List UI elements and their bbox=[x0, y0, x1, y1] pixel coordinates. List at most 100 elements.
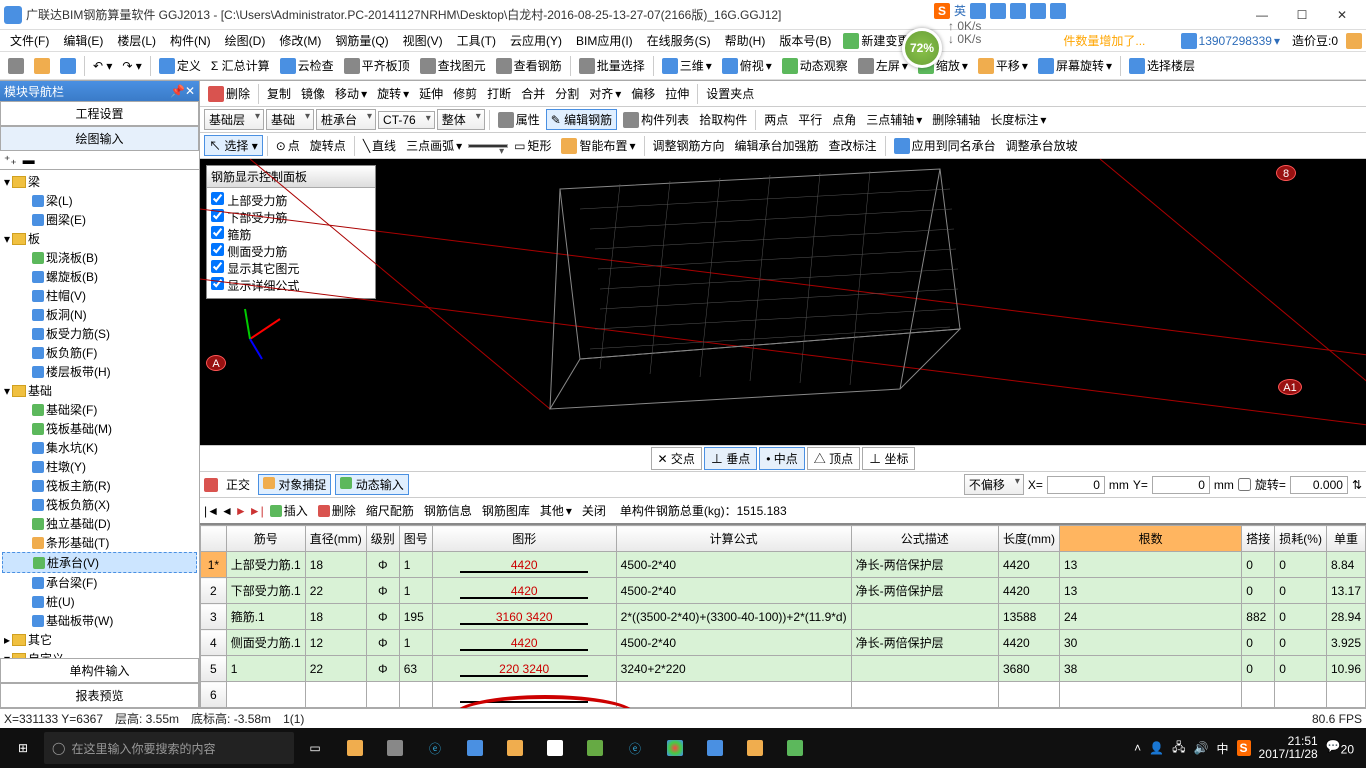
table-row[interactable]: 3 箍筋.118Φ195 3160 3420 2*((3500-2*40)+(3… bbox=[201, 604, 1366, 630]
ime-icon-5[interactable] bbox=[1050, 3, 1066, 19]
minimize-button[interactable]: — bbox=[1242, 3, 1282, 27]
move-button[interactable]: 移动 ▾ bbox=[331, 83, 371, 104]
merge-button[interactable]: 合并 bbox=[517, 83, 549, 104]
properties-button[interactable]: 属性 bbox=[494, 109, 544, 130]
tree-selected-item[interactable]: 桩承台(V) bbox=[2, 552, 197, 573]
whole-select[interactable]: 整体 bbox=[437, 109, 485, 130]
taskbar-app-2[interactable] bbox=[376, 732, 414, 764]
menu-view[interactable]: 视图(V) bbox=[397, 30, 449, 51]
select-floor-button[interactable]: 选择楼层 bbox=[1125, 55, 1199, 76]
menu-draw[interactable]: 绘图(D) bbox=[219, 30, 272, 51]
taskbar-app-6[interactable] bbox=[736, 732, 774, 764]
taskbar-edge[interactable]: ⓔ bbox=[416, 732, 454, 764]
table-row[interactable]: 6 bbox=[201, 682, 1366, 708]
tray-clock[interactable]: 21:512017/11/28 bbox=[1259, 735, 1318, 761]
taskbar-chrome[interactable] bbox=[656, 732, 694, 764]
cloud-check-button[interactable]: 云检查 bbox=[276, 55, 338, 76]
menu-floor[interactable]: 楼层(L) bbox=[111, 30, 162, 51]
view-steel-button[interactable]: 查看钢筋 bbox=[492, 55, 566, 76]
menu-tools[interactable]: 工具(T) bbox=[451, 30, 502, 51]
delete-row-button[interactable]: 删除 bbox=[314, 500, 360, 521]
delete-button[interactable]: 删除 bbox=[204, 83, 254, 104]
stepper-icon[interactable]: ⇅ bbox=[1352, 478, 1362, 492]
tray-up-icon[interactable]: ˄ bbox=[1134, 741, 1141, 755]
col-count[interactable]: 根数 bbox=[1059, 526, 1241, 552]
taskbar-store[interactable] bbox=[536, 732, 574, 764]
credit-label[interactable]: 造价豆:0 bbox=[1288, 30, 1342, 51]
rotate-point-tool[interactable]: 旋转点 bbox=[306, 135, 350, 156]
break-button[interactable]: 打断 bbox=[483, 83, 515, 104]
user-id[interactable]: 13907298339 ▾ bbox=[1177, 31, 1284, 51]
col-desc[interactable]: 公式描述 bbox=[851, 526, 998, 552]
snap-intersect[interactable]: ✕ 交点 bbox=[651, 447, 702, 470]
component-list-button[interactable]: 构件列表 bbox=[619, 109, 693, 130]
col-weight[interactable]: 单重 bbox=[1326, 526, 1365, 552]
x-input[interactable]: 0 bbox=[1047, 476, 1105, 494]
nav-prev[interactable]: ◄ bbox=[221, 504, 233, 518]
close-button[interactable]: ✕ bbox=[1322, 3, 1362, 27]
rebar-table[interactable]: 筋号 直径(mm) 级别 图号 图形 计算公式 公式描述 长度(mm) 根数 搭… bbox=[200, 523, 1366, 708]
offset-mode-select[interactable]: 不偏移 bbox=[964, 474, 1024, 495]
arc-tool[interactable]: 三点画弧 ▾ bbox=[402, 135, 466, 156]
edit-cap-rebar-button[interactable]: 编辑承台加强筋 bbox=[731, 135, 823, 156]
percent-badge[interactable]: 72% bbox=[902, 28, 942, 68]
object-snap-button[interactable]: 对象捕捉 bbox=[258, 474, 331, 495]
color-select[interactable] bbox=[468, 144, 508, 148]
undo-button[interactable]: ↶ ▾ bbox=[89, 57, 116, 75]
y-input[interactable]: 0 bbox=[1152, 476, 1210, 494]
3d-button[interactable]: 三维 ▾ bbox=[658, 55, 716, 76]
screen-button[interactable]: 左屏 ▾ bbox=[854, 55, 912, 76]
rect-tool[interactable]: ▭ 矩形 bbox=[510, 135, 555, 156]
menu-file[interactable]: 文件(F) bbox=[4, 30, 55, 51]
insert-row-button[interactable]: 插入 bbox=[266, 500, 312, 521]
nav-first[interactable]: |◄ bbox=[204, 504, 219, 518]
mirror-button[interactable]: 镜像 bbox=[297, 83, 329, 104]
apply-same-button[interactable]: 应用到同名承台 bbox=[890, 135, 1000, 156]
col-loss[interactable]: 损耗(%) bbox=[1275, 526, 1327, 552]
other-button[interactable]: 其他 ▾ bbox=[536, 500, 576, 521]
table-row[interactable]: 4 侧面受力筋.112Φ1 4420 4500-2*40净长-两倍保护层4420… bbox=[201, 630, 1366, 656]
cortana-search[interactable]: ◯ 在这里输入你要搜索的内容 bbox=[44, 732, 294, 764]
instance-select[interactable]: CT-76 bbox=[378, 111, 435, 129]
new-button[interactable] bbox=[4, 56, 28, 76]
maximize-button[interactable]: ☐ bbox=[1282, 3, 1322, 27]
redo-button[interactable]: ↷ ▾ bbox=[118, 57, 145, 75]
start-button[interactable]: ⊞ bbox=[4, 732, 42, 764]
close-table-button[interactable]: 关闭 bbox=[578, 500, 610, 521]
adjust-slope-button[interactable]: 调整承台放坡 bbox=[1002, 135, 1082, 156]
tray-lang[interactable]: 中 bbox=[1216, 740, 1228, 757]
snap-midpoint[interactable]: • 中点 bbox=[759, 447, 805, 470]
rebar-lib-button[interactable]: 钢筋图库 bbox=[478, 500, 534, 521]
dynamic-view-button[interactable]: 动态观察 bbox=[778, 55, 852, 76]
check-annotation-button[interactable]: 查改标注 bbox=[825, 135, 881, 156]
snap-vertex[interactable]: △ 顶点 bbox=[807, 447, 860, 470]
type-select[interactable]: 桩承台 bbox=[316, 109, 376, 130]
single-input-tab[interactable]: 单构件输入 bbox=[0, 658, 199, 683]
tray-volume-icon[interactable]: 🔊 bbox=[1194, 741, 1209, 755]
point-angle-button[interactable]: 点角 bbox=[828, 109, 860, 130]
taskbar-app-7[interactable] bbox=[776, 732, 814, 764]
col-picnum[interactable]: 图号 bbox=[399, 526, 432, 552]
find-elem-button[interactable]: 查找图元 bbox=[416, 55, 490, 76]
extend-button[interactable]: 延伸 bbox=[415, 83, 447, 104]
table-row[interactable]: 5 122Φ63 220 3240 3240+2*2203680380010.9… bbox=[201, 656, 1366, 682]
ime-icon-4[interactable] bbox=[1030, 3, 1046, 19]
split-button[interactable]: 分割 bbox=[551, 83, 583, 104]
scale-rebar-button[interactable]: 缩尺配筋 bbox=[362, 500, 418, 521]
pan-button[interactable]: 平移 ▾ bbox=[974, 55, 1032, 76]
taskbar-app-1[interactable] bbox=[336, 732, 374, 764]
col-length[interactable]: 长度(mm) bbox=[998, 526, 1059, 552]
copy-button[interactable]: 复制 bbox=[263, 83, 295, 104]
layer-select[interactable]: 基础层 bbox=[204, 109, 264, 130]
tray-ime-icon[interactable]: S bbox=[1237, 740, 1251, 756]
menu-online[interactable]: 在线服务(S) bbox=[641, 30, 717, 51]
sidebar-tool-1[interactable]: ⁺₊ bbox=[4, 153, 17, 167]
col-level[interactable]: 级别 bbox=[366, 526, 399, 552]
tray-people-icon[interactable]: 👤 bbox=[1149, 741, 1164, 755]
rotate-input[interactable]: 0.000 bbox=[1290, 476, 1348, 494]
dimension-button[interactable]: 长度标注 ▾ bbox=[986, 109, 1050, 130]
point-tool[interactable]: ⊙ 点 bbox=[272, 135, 304, 156]
3d-viewport[interactable]: 钢筋显示控制面板 上部受力筋 下部受力筋 箍筋 侧面受力筋 显示其它图元 显示详… bbox=[200, 159, 1366, 445]
screen-rotate-button[interactable]: 屏幕旋转 ▾ bbox=[1034, 55, 1116, 76]
col-shape[interactable]: 图形 bbox=[432, 526, 616, 552]
